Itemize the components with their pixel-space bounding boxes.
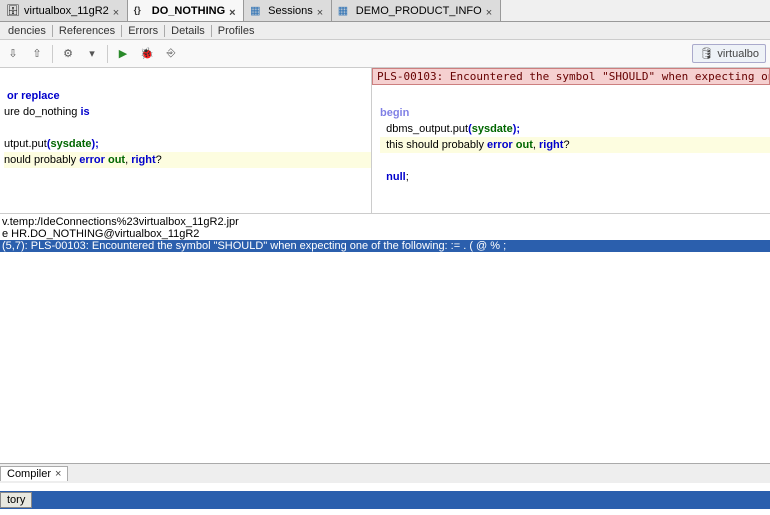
table-icon	[250, 4, 264, 18]
code-text: );	[513, 123, 520, 135]
close-icon[interactable]	[113, 7, 121, 15]
tab-label: DO_NOTHING	[152, 5, 225, 17]
dropdown-icon[interactable]: ▾	[83, 45, 101, 63]
gear-icon[interactable]: ⚙	[59, 45, 77, 63]
code-text: dbms_output.put	[380, 123, 468, 135]
code-text: error	[487, 139, 513, 151]
compile-icon[interactable]: ⎆	[162, 45, 180, 63]
tab-label: Compiler	[7, 468, 51, 480]
tab-label: DEMO_PRODUCT_INFO	[356, 5, 482, 17]
code-text: do_nothing	[23, 106, 81, 118]
code-text: nould probably	[4, 154, 79, 166]
code-text: ure	[4, 106, 23, 118]
run-icon[interactable]: ▶	[114, 45, 132, 63]
code-text: right	[539, 139, 563, 151]
log-line-selected[interactable]: (5,7): PLS-00103: Encountered the symbol…	[0, 240, 770, 252]
code-editor-right[interactable]: PLS-00103: Encountered the symbol "SHOUL…	[372, 68, 770, 213]
compiler-tab[interactable]: Compiler	[0, 466, 68, 481]
database-icon	[6, 4, 20, 18]
tab-demo-product[interactable]: DEMO_PRODUCT_INFO	[332, 0, 501, 21]
code-text: utput.put	[4, 138, 47, 150]
arrow-up-icon[interactable]: ⇧	[28, 45, 46, 63]
history-bar: tory	[0, 491, 770, 509]
code-text: sysdate	[51, 138, 92, 150]
code-text: or replace	[4, 90, 60, 102]
close-icon[interactable]	[55, 468, 61, 480]
sub-tab-errors[interactable]: Errors	[121, 25, 164, 37]
sub-tab-references[interactable]: References	[52, 25, 121, 37]
editor-toolbar: ⇩ ⇧ ⚙ ▾ ▶ 🐞 ⎆ 🛢 virtualbo	[0, 40, 770, 68]
code-text: this should probably	[380, 139, 487, 151]
code-text: is	[80, 106, 89, 118]
procedure-icon	[134, 4, 148, 18]
connection-label: virtualbo	[717, 48, 759, 60]
code-editor-left[interactable]: or replace ure do_nothing is utput.put(s…	[0, 68, 372, 213]
tab-label: virtualbox_11gR2	[24, 5, 109, 17]
code-text: begin	[380, 107, 409, 119]
editor-tab-bar: virtualbox_11gR2 DO_NOTHING Sessions DEM…	[0, 0, 770, 22]
close-icon[interactable]	[317, 7, 325, 15]
code-text: right	[131, 154, 155, 166]
code-text: ;	[406, 171, 409, 183]
messages-log[interactable]: v.temp:/IdeConnections%23virtualbox_11gR…	[0, 214, 770, 278]
code-text: out	[105, 154, 125, 166]
close-icon[interactable]	[229, 7, 237, 15]
error-banner: PLS-00103: Encountered the symbol "SHOUL…	[372, 68, 770, 85]
database-icon: 🛢	[699, 47, 713, 60]
editor-split: or replace ure do_nothing is utput.put(s…	[0, 68, 770, 214]
tab-do-nothing[interactable]: DO_NOTHING	[128, 0, 244, 21]
log-line[interactable]: v.temp:/IdeConnections%23virtualbox_11gR…	[0, 216, 770, 228]
connection-selector[interactable]: 🛢 virtualbo	[692, 44, 766, 63]
button-label: tory	[7, 494, 25, 506]
table-icon	[338, 4, 352, 18]
close-icon[interactable]	[486, 7, 494, 15]
bug-icon[interactable]: 🐞	[138, 45, 156, 63]
sub-tab-dependencies[interactable]: dencies	[2, 25, 52, 37]
blank-area	[0, 278, 770, 463]
detail-tab-bar: dencies References Errors Details Profil…	[0, 22, 770, 40]
sub-tab-details[interactable]: Details	[164, 25, 211, 37]
log-line[interactable]: e HR.DO_NOTHING@virtualbox_11gR2	[0, 228, 770, 240]
tab-connection[interactable]: virtualbox_11gR2	[0, 0, 128, 21]
bottom-panel-tabs: Compiler	[0, 463, 770, 483]
code-text: ?	[563, 139, 569, 151]
history-button[interactable]: tory	[0, 492, 32, 508]
code-text: ?	[156, 154, 162, 166]
sub-tab-profiles[interactable]: Profiles	[211, 25, 261, 37]
code-text: sysdate	[472, 123, 513, 135]
code-text: error	[79, 154, 105, 166]
code-text: );	[91, 138, 98, 150]
tab-sessions[interactable]: Sessions	[244, 0, 332, 21]
tab-label: Sessions	[268, 5, 313, 17]
arrow-down-icon[interactable]: ⇩	[4, 45, 22, 63]
code-text: out	[513, 139, 533, 151]
code-text: null	[386, 171, 406, 183]
